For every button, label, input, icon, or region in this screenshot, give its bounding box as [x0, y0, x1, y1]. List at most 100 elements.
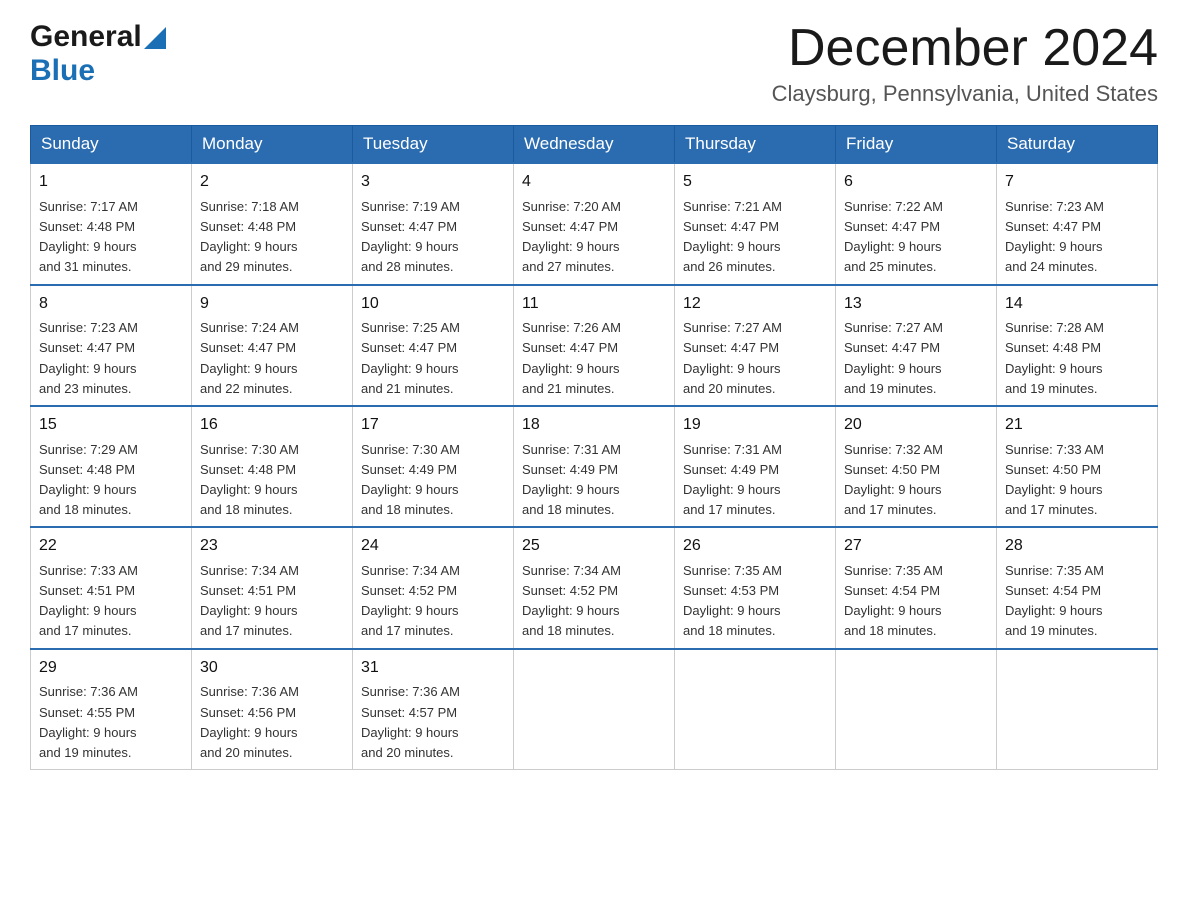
- table-row: [836, 649, 997, 770]
- day-number: 2: [200, 170, 344, 195]
- day-number: 12: [683, 292, 827, 317]
- table-row: 15 Sunrise: 7:29 AM Sunset: 4:48 PM Dayl…: [31, 406, 192, 527]
- day-number: 23: [200, 534, 344, 559]
- day-info: Sunrise: 7:18 AM Sunset: 4:48 PM Dayligh…: [200, 197, 344, 278]
- day-number: 25: [522, 534, 666, 559]
- header-saturday: Saturday: [997, 126, 1158, 164]
- day-number: 4: [522, 170, 666, 195]
- day-info: Sunrise: 7:33 AM Sunset: 4:51 PM Dayligh…: [39, 561, 183, 642]
- table-row: 30 Sunrise: 7:36 AM Sunset: 4:56 PM Dayl…: [192, 649, 353, 770]
- day-info: Sunrise: 7:31 AM Sunset: 4:49 PM Dayligh…: [683, 440, 827, 521]
- table-row: 9 Sunrise: 7:24 AM Sunset: 4:47 PM Dayli…: [192, 285, 353, 406]
- table-row: [675, 649, 836, 770]
- day-info: Sunrise: 7:35 AM Sunset: 4:54 PM Dayligh…: [1005, 561, 1149, 642]
- table-row: 29 Sunrise: 7:36 AM Sunset: 4:55 PM Dayl…: [31, 649, 192, 770]
- day-number: 11: [522, 292, 666, 317]
- day-number: 7: [1005, 170, 1149, 195]
- table-row: [997, 649, 1158, 770]
- table-row: 6 Sunrise: 7:22 AM Sunset: 4:47 PM Dayli…: [836, 163, 997, 284]
- day-number: 15: [39, 413, 183, 438]
- header-tuesday: Tuesday: [353, 126, 514, 164]
- calendar-header-row: Sunday Monday Tuesday Wednesday Thursday…: [31, 126, 1158, 164]
- table-row: 14 Sunrise: 7:28 AM Sunset: 4:48 PM Dayl…: [997, 285, 1158, 406]
- day-info: Sunrise: 7:25 AM Sunset: 4:47 PM Dayligh…: [361, 318, 505, 399]
- day-number: 24: [361, 534, 505, 559]
- table-row: 22 Sunrise: 7:33 AM Sunset: 4:51 PM Dayl…: [31, 527, 192, 648]
- table-row: 27 Sunrise: 7:35 AM Sunset: 4:54 PM Dayl…: [836, 527, 997, 648]
- logo-general: General: [30, 20, 142, 54]
- table-row: 28 Sunrise: 7:35 AM Sunset: 4:54 PM Dayl…: [997, 527, 1158, 648]
- day-info: Sunrise: 7:29 AM Sunset: 4:48 PM Dayligh…: [39, 440, 183, 521]
- day-number: 31: [361, 656, 505, 681]
- day-info: Sunrise: 7:31 AM Sunset: 4:49 PM Dayligh…: [522, 440, 666, 521]
- day-info: Sunrise: 7:33 AM Sunset: 4:50 PM Dayligh…: [1005, 440, 1149, 521]
- day-number: 27: [844, 534, 988, 559]
- day-info: Sunrise: 7:19 AM Sunset: 4:47 PM Dayligh…: [361, 197, 505, 278]
- table-row: 3 Sunrise: 7:19 AM Sunset: 4:47 PM Dayli…: [353, 163, 514, 284]
- title-section: December 2024 Claysburg, Pennsylvania, U…: [772, 20, 1158, 107]
- day-info: Sunrise: 7:26 AM Sunset: 4:47 PM Dayligh…: [522, 318, 666, 399]
- table-row: 5 Sunrise: 7:21 AM Sunset: 4:47 PM Dayli…: [675, 163, 836, 284]
- table-row: 21 Sunrise: 7:33 AM Sunset: 4:50 PM Dayl…: [997, 406, 1158, 527]
- day-info: Sunrise: 7:34 AM Sunset: 4:51 PM Dayligh…: [200, 561, 344, 642]
- day-info: Sunrise: 7:24 AM Sunset: 4:47 PM Dayligh…: [200, 318, 344, 399]
- month-title: December 2024: [772, 20, 1158, 77]
- logo-triangle-icon: [144, 27, 166, 49]
- day-info: Sunrise: 7:21 AM Sunset: 4:47 PM Dayligh…: [683, 197, 827, 278]
- location-subtitle: Claysburg, Pennsylvania, United States: [772, 81, 1158, 107]
- day-info: Sunrise: 7:17 AM Sunset: 4:48 PM Dayligh…: [39, 197, 183, 278]
- day-number: 29: [39, 656, 183, 681]
- day-number: 22: [39, 534, 183, 559]
- day-info: Sunrise: 7:35 AM Sunset: 4:54 PM Dayligh…: [844, 561, 988, 642]
- day-number: 3: [361, 170, 505, 195]
- page-header: General Blue December 2024 Claysburg, Pe…: [30, 20, 1158, 107]
- table-row: 13 Sunrise: 7:27 AM Sunset: 4:47 PM Dayl…: [836, 285, 997, 406]
- logo: General Blue: [30, 20, 166, 88]
- table-row: [514, 649, 675, 770]
- day-info: Sunrise: 7:28 AM Sunset: 4:48 PM Dayligh…: [1005, 318, 1149, 399]
- table-row: 23 Sunrise: 7:34 AM Sunset: 4:51 PM Dayl…: [192, 527, 353, 648]
- day-info: Sunrise: 7:30 AM Sunset: 4:48 PM Dayligh…: [200, 440, 344, 521]
- table-row: 18 Sunrise: 7:31 AM Sunset: 4:49 PM Dayl…: [514, 406, 675, 527]
- calendar-table: Sunday Monday Tuesday Wednesday Thursday…: [30, 125, 1158, 770]
- day-info: Sunrise: 7:34 AM Sunset: 4:52 PM Dayligh…: [522, 561, 666, 642]
- day-number: 6: [844, 170, 988, 195]
- table-row: 16 Sunrise: 7:30 AM Sunset: 4:48 PM Dayl…: [192, 406, 353, 527]
- header-sunday: Sunday: [31, 126, 192, 164]
- day-number: 20: [844, 413, 988, 438]
- day-number: 9: [200, 292, 344, 317]
- day-number: 5: [683, 170, 827, 195]
- day-info: Sunrise: 7:30 AM Sunset: 4:49 PM Dayligh…: [361, 440, 505, 521]
- table-row: 2 Sunrise: 7:18 AM Sunset: 4:48 PM Dayli…: [192, 163, 353, 284]
- day-number: 14: [1005, 292, 1149, 317]
- day-info: Sunrise: 7:35 AM Sunset: 4:53 PM Dayligh…: [683, 561, 827, 642]
- day-number: 30: [200, 656, 344, 681]
- day-number: 1: [39, 170, 183, 195]
- day-number: 8: [39, 292, 183, 317]
- calendar-week-row: 22 Sunrise: 7:33 AM Sunset: 4:51 PM Dayl…: [31, 527, 1158, 648]
- day-info: Sunrise: 7:36 AM Sunset: 4:56 PM Dayligh…: [200, 682, 344, 763]
- header-thursday: Thursday: [675, 126, 836, 164]
- table-row: 10 Sunrise: 7:25 AM Sunset: 4:47 PM Dayl…: [353, 285, 514, 406]
- day-info: Sunrise: 7:36 AM Sunset: 4:55 PM Dayligh…: [39, 682, 183, 763]
- logo-blue: Blue: [30, 54, 95, 87]
- table-row: 26 Sunrise: 7:35 AM Sunset: 4:53 PM Dayl…: [675, 527, 836, 648]
- day-info: Sunrise: 7:34 AM Sunset: 4:52 PM Dayligh…: [361, 561, 505, 642]
- day-info: Sunrise: 7:23 AM Sunset: 4:47 PM Dayligh…: [1005, 197, 1149, 278]
- header-friday: Friday: [836, 126, 997, 164]
- day-number: 13: [844, 292, 988, 317]
- table-row: 8 Sunrise: 7:23 AM Sunset: 4:47 PM Dayli…: [31, 285, 192, 406]
- day-number: 28: [1005, 534, 1149, 559]
- day-number: 16: [200, 413, 344, 438]
- day-number: 17: [361, 413, 505, 438]
- day-info: Sunrise: 7:27 AM Sunset: 4:47 PM Dayligh…: [683, 318, 827, 399]
- table-row: 4 Sunrise: 7:20 AM Sunset: 4:47 PM Dayli…: [514, 163, 675, 284]
- table-row: 24 Sunrise: 7:34 AM Sunset: 4:52 PM Dayl…: [353, 527, 514, 648]
- table-row: 17 Sunrise: 7:30 AM Sunset: 4:49 PM Dayl…: [353, 406, 514, 527]
- calendar-week-row: 15 Sunrise: 7:29 AM Sunset: 4:48 PM Dayl…: [31, 406, 1158, 527]
- header-wednesday: Wednesday: [514, 126, 675, 164]
- calendar-week-row: 29 Sunrise: 7:36 AM Sunset: 4:55 PM Dayl…: [31, 649, 1158, 770]
- table-row: 1 Sunrise: 7:17 AM Sunset: 4:48 PM Dayli…: [31, 163, 192, 284]
- table-row: 31 Sunrise: 7:36 AM Sunset: 4:57 PM Dayl…: [353, 649, 514, 770]
- table-row: 7 Sunrise: 7:23 AM Sunset: 4:47 PM Dayli…: [997, 163, 1158, 284]
